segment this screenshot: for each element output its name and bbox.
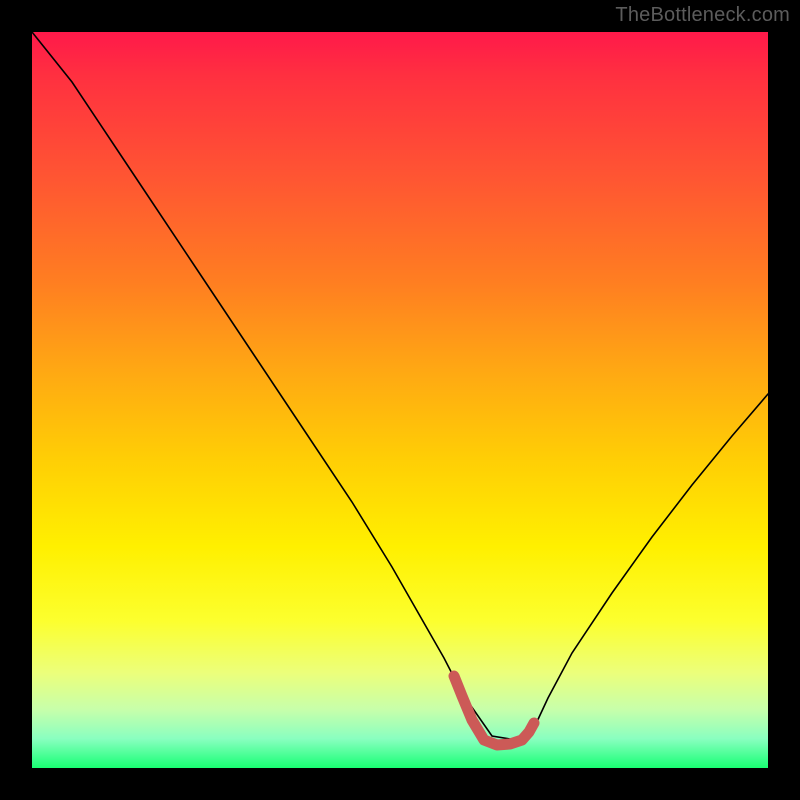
chart-frame: TheBottleneck.com (0, 0, 800, 800)
watermark-text: TheBottleneck.com (615, 4, 790, 27)
bottleneck-curve (32, 32, 768, 741)
curve-svg (32, 32, 768, 768)
plot-area (32, 32, 768, 768)
optimal-range-marker (454, 676, 534, 745)
